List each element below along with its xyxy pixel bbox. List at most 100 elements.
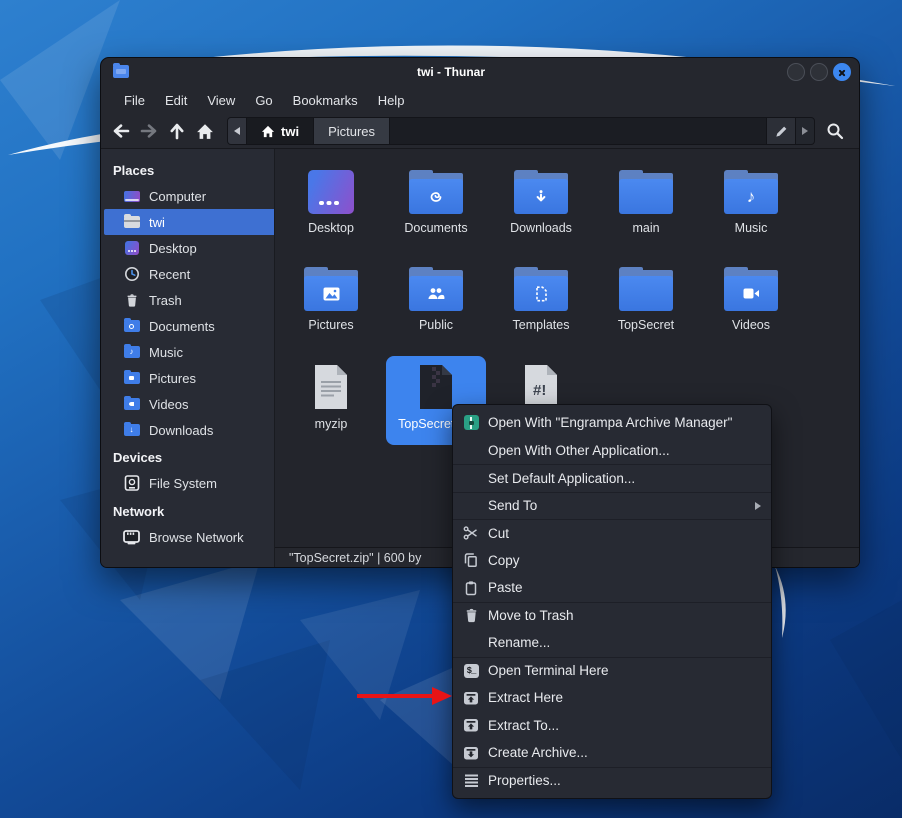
- file-downloads[interactable]: Downloads: [491, 162, 591, 251]
- chevron-right-icon: [802, 127, 808, 135]
- recent-clock-icon: [123, 266, 140, 282]
- maximize-button[interactable]: [810, 63, 828, 81]
- computer-icon: [123, 188, 140, 204]
- music-folder-icon: ♪: [724, 170, 778, 214]
- downloads-folder-icon: ↓: [123, 422, 140, 438]
- crumbs-scroll-right-button[interactable]: [795, 118, 814, 144]
- sidebar-item-recent[interactable]: Recent: [101, 261, 274, 287]
- music-folder-icon: ♪: [123, 344, 140, 360]
- file-videos[interactable]: Videos: [701, 259, 801, 348]
- back-button[interactable]: [107, 118, 135, 144]
- chevron-left-icon: [234, 127, 240, 135]
- path-entry[interactable]: [390, 118, 766, 144]
- menu-item-open-terminal-here[interactable]: $_ Open Terminal Here: [453, 657, 771, 685]
- window-folder-icon: [113, 65, 129, 78]
- menu-item-move-to-trash[interactable]: Move to Trash: [453, 602, 771, 630]
- statusbar-text: "TopSecret.zip" | 600 by: [289, 551, 421, 565]
- menu-item-set-default-application[interactable]: Set Default Application...: [453, 464, 771, 492]
- sidebar-item-desktop[interactable]: Desktop: [101, 235, 274, 261]
- file-main[interactable]: main: [596, 162, 696, 251]
- menu-view[interactable]: View: [197, 89, 245, 112]
- pictures-folder-icon: [304, 267, 358, 311]
- crumbs-scroll-left-button[interactable]: [228, 118, 247, 144]
- menu-item-extract-to[interactable]: Extract To...: [453, 712, 771, 740]
- templates-folder-icon: [514, 267, 568, 311]
- file-music[interactable]: ♪ Music: [701, 162, 801, 251]
- file-desktop[interactable]: Desktop: [281, 162, 381, 251]
- search-button[interactable]: [821, 118, 849, 144]
- close-button[interactable]: [833, 63, 851, 81]
- menu-item-paste[interactable]: Paste: [453, 574, 771, 602]
- minimize-button[interactable]: [787, 63, 805, 81]
- sidebar-header-places: Places: [101, 157, 274, 183]
- path-bar: twi Pictures: [227, 117, 815, 145]
- menu-file[interactable]: File: [114, 89, 155, 112]
- sidebar-item-twi[interactable]: twi: [104, 209, 274, 235]
- file-topsecret-folder[interactable]: TopSecret: [596, 259, 696, 348]
- sidebar-item-documents[interactable]: Documents: [101, 313, 274, 339]
- sidebar-item-file-system[interactable]: File System: [101, 470, 274, 496]
- disk-icon: [123, 475, 140, 491]
- breadcrumb-child[interactable]: Pictures: [314, 118, 390, 144]
- sidebar-item-videos[interactable]: Videos: [101, 391, 274, 417]
- menu-item-send-to[interactable]: Send To: [453, 492, 771, 520]
- plain-folder-icon: [619, 170, 673, 214]
- forward-button[interactable]: [135, 118, 163, 144]
- back-arrow-icon: [111, 123, 131, 139]
- network-icon: [123, 529, 140, 545]
- menu-item-open-with-other[interactable]: Open With Other Application...: [453, 437, 771, 465]
- menu-edit[interactable]: Edit: [155, 89, 197, 112]
- svg-text:#!: #!: [533, 382, 546, 399]
- up-button[interactable]: [163, 118, 191, 144]
- context-menu: Open With "Engrampa Archive Manager" Ope…: [452, 404, 772, 799]
- sidebar-header-network: Network: [101, 498, 274, 524]
- public-folder-icon: [409, 267, 463, 311]
- file-public[interactable]: Public: [386, 259, 486, 348]
- menu-item-rename[interactable]: Rename...: [453, 629, 771, 657]
- file-myzip[interactable]: myzip: [281, 356, 381, 445]
- forward-arrow-icon: [139, 123, 159, 139]
- sidebar-item-computer[interactable]: Computer: [101, 183, 274, 209]
- titlebar[interactable]: twi - Thunar: [101, 58, 859, 86]
- file-templates[interactable]: Templates: [491, 259, 591, 348]
- menubar: File Edit View Go Bookmarks Help: [101, 86, 859, 114]
- extract-icon: [461, 717, 481, 733]
- desktop-icon: [123, 240, 140, 256]
- menu-item-extract-here[interactable]: Extract Here: [453, 684, 771, 712]
- properties-icon: [461, 773, 481, 789]
- edit-path-button[interactable]: [766, 118, 795, 144]
- breadcrumb-current[interactable]: twi: [247, 118, 314, 144]
- swoosh-right: [775, 566, 786, 638]
- sidebar-header-devices: Devices: [101, 444, 274, 470]
- menu-item-properties[interactable]: Properties...: [453, 767, 771, 795]
- sidebar-item-trash[interactable]: Trash: [101, 287, 274, 313]
- menu-item-cut[interactable]: Cut: [453, 519, 771, 547]
- plain-folder-icon: [619, 267, 673, 311]
- file-documents[interactable]: Documents: [386, 162, 486, 251]
- trash-icon: [123, 292, 140, 308]
- menu-bookmarks[interactable]: Bookmarks: [283, 89, 368, 112]
- menu-item-open-with-engrampa[interactable]: Open With "Engrampa Archive Manager": [453, 409, 771, 437]
- sidebar-item-downloads[interactable]: ↓ Downloads: [101, 417, 274, 443]
- archive-icon: [461, 745, 481, 761]
- documents-folder-icon: [123, 318, 140, 334]
- sidebar-item-browse-network[interactable]: Browse Network: [101, 524, 274, 550]
- submenu-arrow-icon: [755, 502, 761, 510]
- copy-icon: [461, 552, 481, 568]
- terminal-icon: $_: [461, 663, 481, 679]
- engrampa-icon: [461, 415, 481, 431]
- menu-go[interactable]: Go: [245, 89, 282, 112]
- clipboard-icon: [461, 580, 481, 596]
- sidebar-item-music[interactable]: ♪ Music: [101, 339, 274, 365]
- menu-item-create-archive[interactable]: Create Archive...: [453, 739, 771, 767]
- pencil-icon: [774, 124, 789, 139]
- menu-item-copy[interactable]: Copy: [453, 547, 771, 575]
- home-button[interactable]: [191, 118, 219, 144]
- scissors-icon: [461, 525, 481, 541]
- downloads-folder-icon: [514, 170, 568, 214]
- menu-help[interactable]: Help: [368, 89, 415, 112]
- sidebar-item-pictures[interactable]: Pictures: [101, 365, 274, 391]
- desktop-tile-icon: [308, 170, 354, 214]
- breadcrumb-label: twi: [281, 124, 299, 139]
- file-pictures[interactable]: Pictures: [281, 259, 381, 348]
